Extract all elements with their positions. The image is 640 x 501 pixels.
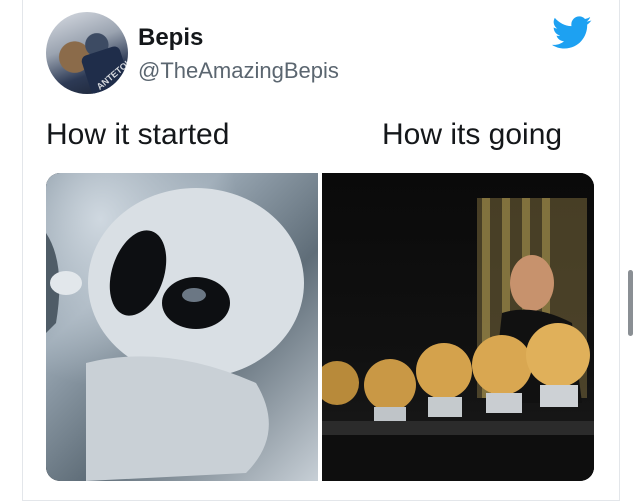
- avatar[interactable]: ANTETOKOUNMPO: [46, 12, 128, 94]
- trophy-ball: [364, 359, 416, 411]
- alien-right-eye: [162, 277, 230, 329]
- twitter-bird-icon: [552, 16, 592, 49]
- messi-ballon-dor-trophies-image[interactable]: [315, 173, 594, 481]
- trophies-illustration: [315, 198, 594, 481]
- alien-hand: [50, 271, 82, 295]
- trophy-base: [540, 385, 578, 407]
- trophy-ball: [315, 361, 359, 405]
- scrollbar[interactable]: [628, 270, 633, 336]
- trophy-ball: [416, 343, 472, 399]
- alien-body: [86, 356, 269, 481]
- table-front: [322, 435, 594, 481]
- trophy-base: [428, 397, 462, 417]
- person-head: [510, 255, 554, 311]
- trophy-base: [486, 393, 522, 413]
- alien-baby-illustration: [46, 188, 304, 481]
- display-name[interactable]: Bepis: [138, 24, 203, 52]
- tweet-media[interactable]: [46, 173, 594, 481]
- trophy-table: [322, 421, 594, 435]
- caption-how-its-going: How its going: [382, 118, 563, 151]
- eye-highlight: [182, 288, 206, 302]
- trophy-ball: [526, 323, 590, 387]
- user-handle[interactable]: @TheAmazingBepis: [138, 58, 339, 84]
- alien-baby-image[interactable]: [46, 173, 318, 481]
- trophy-ball: [472, 335, 532, 395]
- caption-how-it-started: How it started: [46, 118, 230, 151]
